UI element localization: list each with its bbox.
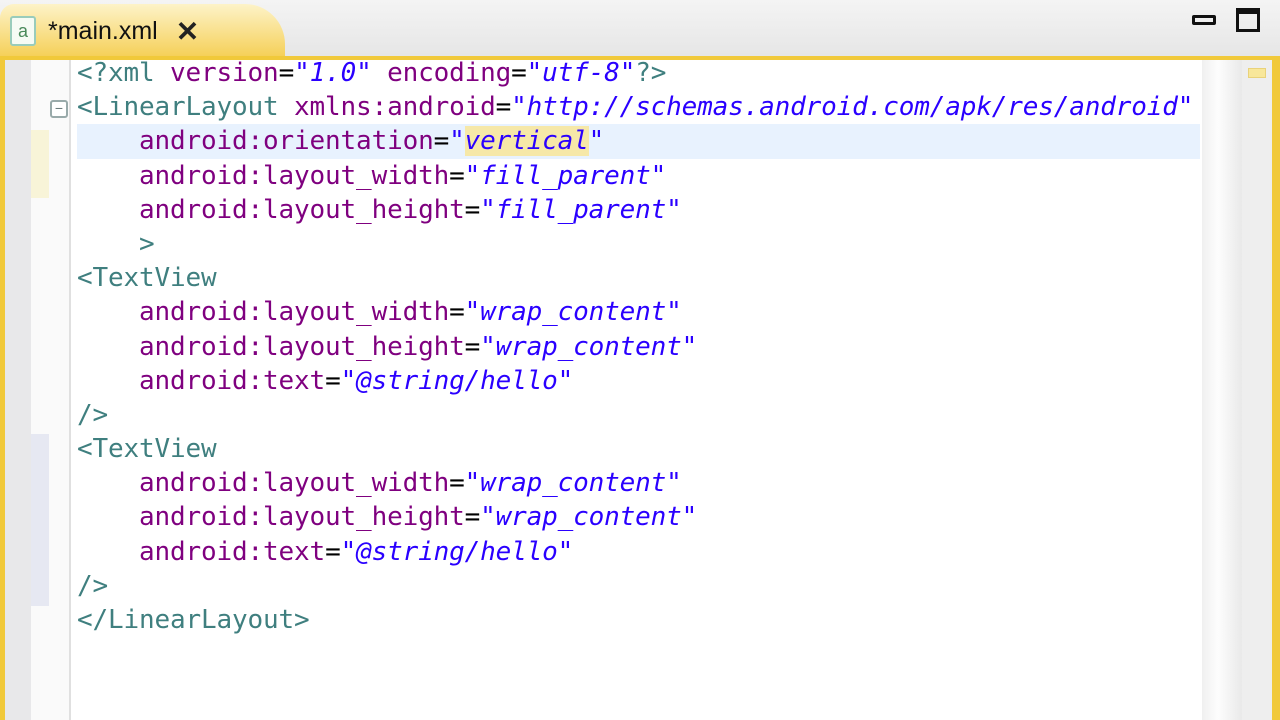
xml-text: =	[325, 536, 341, 567]
collapse-fold-icon[interactable]: −	[50, 100, 68, 118]
xml-attribute: xmlns:android	[294, 92, 496, 123]
xml-text	[77, 229, 139, 259]
xml-tag: <?xml	[77, 60, 171, 88]
xml-value: "	[588, 126, 605, 157]
xml-text: =	[449, 468, 465, 499]
xml-attribute: android:orientation	[139, 126, 434, 157]
xml-text: =	[464, 502, 481, 533]
xml-tag: <TextView	[77, 263, 217, 294]
tab-main-xml[interactable]: a *main.xml ✕	[0, 4, 285, 58]
code-line[interactable]: />	[77, 569, 1200, 603]
xml-text	[77, 297, 139, 327]
xml-tag: />	[77, 570, 109, 601]
xml-text: =	[511, 60, 527, 88]
code-line[interactable]: android:layout_width="wrap_content"	[77, 295, 1200, 329]
xml-text: =	[464, 194, 481, 225]
code-line[interactable]: <TextView	[77, 261, 1200, 295]
xml-attribute: encoding	[387, 60, 512, 88]
xml-text	[77, 537, 139, 567]
code-line[interactable]: android:layout_width="wrap_content"	[77, 466, 1200, 500]
xml-text	[77, 126, 139, 156]
xml-value: "	[449, 126, 465, 157]
xml-text: =	[433, 126, 450, 157]
xml-tag: >	[139, 228, 155, 259]
xml-editor[interactable]: − <?xml version="1.0" encoding="utf-8"?>…	[0, 56, 1280, 720]
code-line[interactable]: />	[77, 398, 1200, 432]
code-line[interactable]: android:layout_height="wrap_content"	[77, 500, 1200, 534]
code-line[interactable]: <TextView	[77, 432, 1200, 466]
xml-text	[77, 195, 139, 225]
code-line[interactable]: <?xml version="1.0" encoding="utf-8"?>	[77, 60, 1200, 90]
xml-value: "wrap_content"	[464, 468, 682, 499]
xml-value: "@string/hello"	[340, 365, 574, 396]
xml-value: "wrap_content"	[480, 331, 698, 362]
xml-text	[77, 161, 139, 191]
code-line[interactable]: android:layout_height="wrap_content"	[77, 330, 1200, 364]
xml-text	[77, 502, 139, 532]
code-area[interactable]: <?xml version="1.0" encoding="utf-8"?> <L…	[77, 60, 1200, 720]
xml-tag: />	[77, 399, 109, 430]
xml-file-icon: a	[10, 16, 36, 46]
xml-value: "1.0"	[294, 60, 372, 88]
code-line[interactable]: <LinearLayout xmlns:android="http://sche…	[77, 90, 1200, 124]
xml-text	[372, 60, 388, 88]
xml-value: "utf-8"	[526, 60, 636, 88]
xml-attribute: android:text	[139, 365, 326, 396]
xml-text: =	[495, 92, 512, 123]
code-line[interactable]: android:layout_height="fill_parent"	[77, 193, 1200, 227]
code-line-current[interactable]: android:orientation="vertical"	[77, 124, 1200, 159]
code-line[interactable]: android:text="@string/hello"	[77, 364, 1200, 398]
vertical-scrollbar[interactable]	[1202, 60, 1242, 720]
selected-word: vertical	[464, 126, 589, 157]
xml-attribute: android:layout_width	[139, 297, 450, 328]
xml-value: "fill_parent"	[480, 194, 682, 225]
xml-attribute: android:layout_width	[139, 160, 450, 191]
xml-attribute: version	[170, 60, 279, 88]
annotation-gutter	[5, 60, 31, 720]
xml-text	[77, 468, 139, 498]
code-line[interactable]: android:layout_width="fill_parent"	[77, 159, 1200, 193]
maximize-icon[interactable]	[1236, 8, 1260, 32]
minimize-icon[interactable]	[1192, 15, 1216, 25]
xml-attribute: android:layout_width	[139, 468, 450, 499]
xml-tag: ?>	[635, 60, 667, 88]
xml-attribute: android:layout_height	[139, 502, 465, 533]
xml-attribute: android:text	[139, 536, 326, 567]
xml-value: "@string/hello"	[340, 536, 574, 567]
xml-tag: <LinearLayout	[77, 92, 295, 123]
xml-attribute: android:layout_height	[139, 194, 465, 225]
code-line[interactable]: </LinearLayout>	[77, 603, 1200, 637]
overview-ruler[interactable]	[1242, 60, 1272, 720]
xml-text: =	[449, 297, 465, 328]
xml-text	[77, 332, 139, 362]
code-line[interactable]: android:text="@string/hello"	[77, 535, 1200, 569]
xml-text	[77, 366, 139, 396]
xml-text: =	[278, 60, 295, 88]
xml-value: "fill_parent"	[464, 160, 667, 191]
quick-diff-add-marker	[31, 434, 49, 606]
code-line[interactable]: >	[77, 227, 1200, 261]
tab-title: *main.xml	[48, 16, 158, 45]
editor-tab-bar: a *main.xml ✕	[0, 0, 1280, 58]
xml-value: "wrap_content"	[464, 297, 682, 328]
xml-tag: </LinearLayout>	[77, 605, 310, 635]
close-icon[interactable]: ✕	[176, 15, 199, 48]
xml-value: "http://schemas.android.com/apk/res/andr…	[511, 92, 1194, 123]
overview-marker[interactable]	[1248, 68, 1266, 78]
xml-text: =	[449, 160, 465, 191]
xml-text: =	[464, 331, 481, 362]
xml-value: "wrap_content"	[480, 502, 698, 533]
xml-tag: <TextView	[77, 434, 217, 465]
xml-attribute: android:layout_height	[139, 331, 465, 362]
quick-diff-change-marker	[31, 130, 49, 198]
xml-text: =	[325, 365, 341, 396]
